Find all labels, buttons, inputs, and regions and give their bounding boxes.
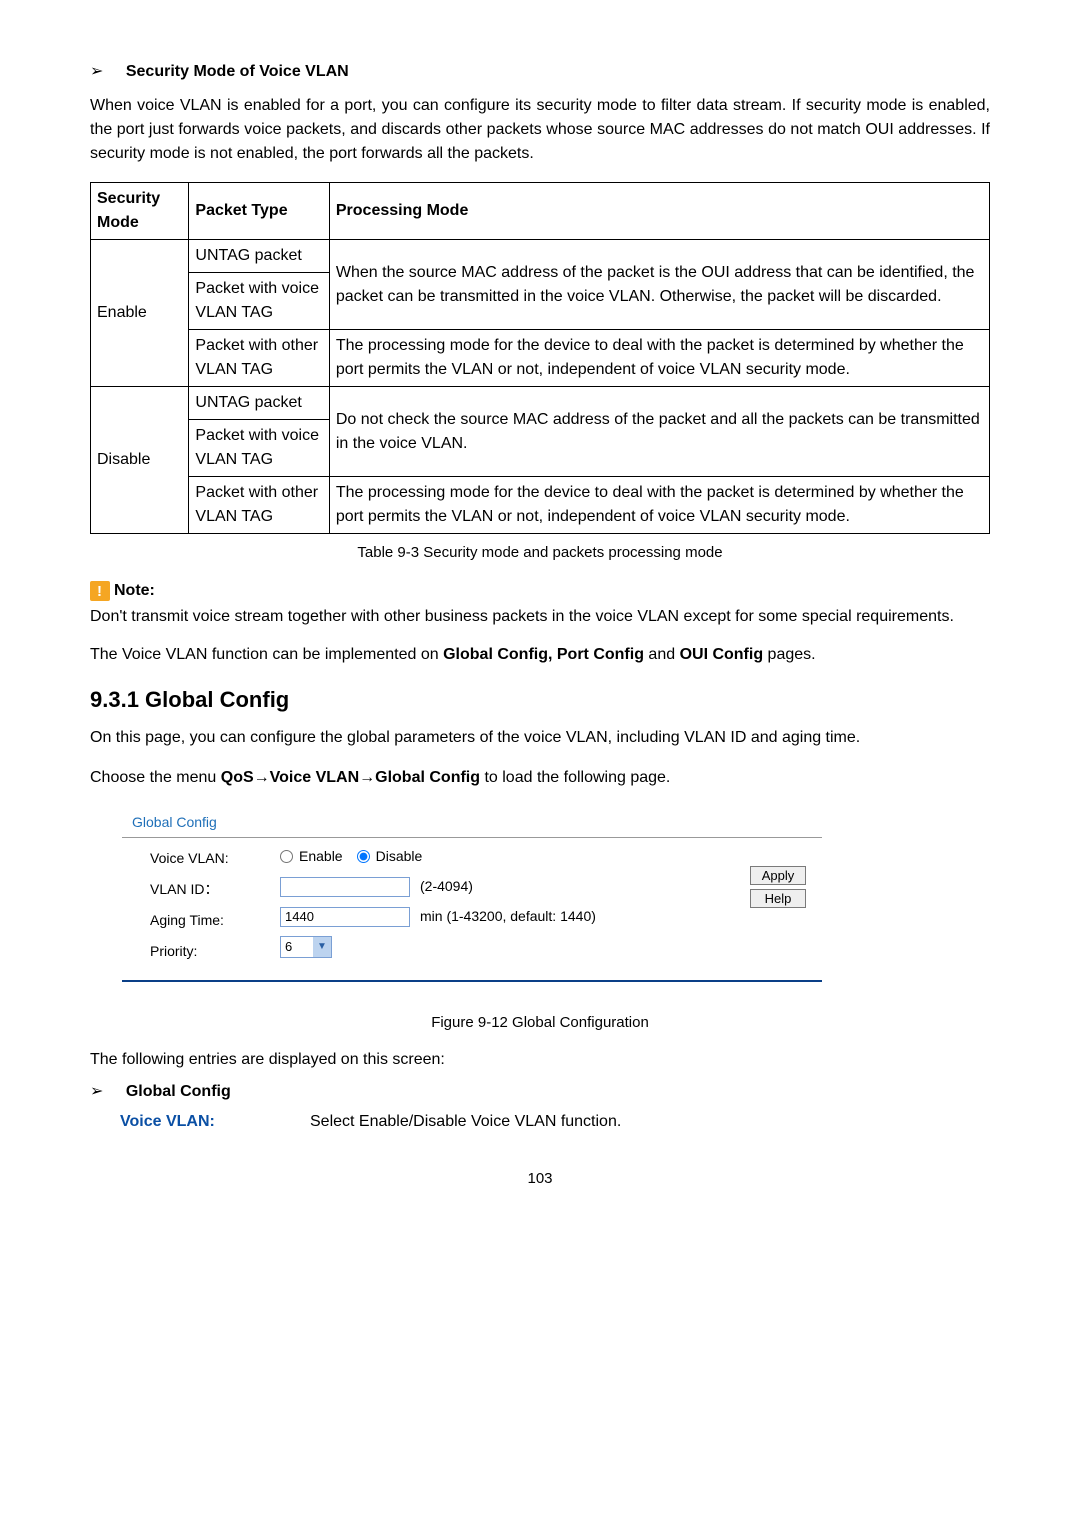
radio-enable-label: Enable — [299, 846, 343, 867]
aging-time-input[interactable] — [280, 907, 410, 927]
label-vlan-id: VLAN ID： — [150, 879, 280, 900]
cell-pm2: The processing mode for the device to de… — [329, 330, 989, 387]
note-label: Note: — [114, 579, 155, 603]
text: and — [644, 646, 680, 663]
priority-value: 6 — [285, 937, 292, 957]
cell-voice-tag2: Packet with voice VLAN TAG — [189, 420, 329, 477]
voice-vlan-radio-group: Enable Disable — [280, 846, 596, 868]
field-description-row: Voice VLAN: Select Enable/Disable Voice … — [120, 1110, 990, 1134]
cell-untag2: UNTAG packet — [189, 387, 329, 420]
cell-other-tag2: Packet with other VLAN TAG — [189, 477, 329, 534]
bold-text: Global Config, Port Config — [443, 646, 644, 663]
vlan-id-row: (2-4094) — [280, 876, 596, 898]
table-row: Packet with other VLAN TAG The processin… — [91, 330, 990, 387]
cell-pm3: Do not check the source MAC address of t… — [329, 387, 989, 477]
menu-path: Choose the menu QoS→Voice VLAN→Global Co… — [90, 766, 990, 790]
panel-title: Global Config — [122, 806, 822, 838]
th-packet-type: Packet Type — [189, 183, 329, 240]
aging-time-hint: min (1-43200, default: 1440) — [420, 906, 596, 927]
page-number: 103 — [90, 1168, 990, 1191]
table-row: Enable UNTAG packet When the source MAC … — [91, 240, 990, 273]
text: pages. — [763, 646, 815, 663]
pages-paragraph: The Voice VLAN function can be implement… — [90, 643, 990, 667]
note-header: Note: — [90, 579, 990, 603]
section-intro: On this page, you can configure the glob… — [90, 726, 990, 750]
figure-caption: Figure 9-12 Global Configuration — [90, 1012, 990, 1035]
cell-untag: UNTAG packet — [189, 240, 329, 273]
section-heading: 9.3.1 Global Config — [90, 683, 990, 716]
chevron-down-icon: ▼ — [313, 937, 331, 957]
cell-voice-tag: Packet with voice VLAN TAG — [189, 273, 329, 330]
intro-paragraph: When voice VLAN is enabled for a port, y… — [90, 94, 990, 166]
priority-select[interactable]: 6 ▼ — [280, 936, 332, 958]
text: The Voice VLAN function can be implement… — [90, 646, 443, 663]
table-row: Packet with other VLAN TAG The processin… — [91, 477, 990, 534]
cell-disable: Disable — [91, 387, 189, 534]
global-config-panel: Global Config Voice VLAN: VLAN ID： Aging… — [122, 806, 822, 982]
warning-icon — [90, 581, 110, 601]
th-security-mode: Security Mode — [91, 183, 189, 240]
priority-row: 6 ▼ — [280, 936, 596, 958]
cell-pm1: When the source MAC address of the packe… — [329, 240, 989, 330]
security-mode-table: Security Mode Packet Type Processing Mod… — [90, 182, 990, 534]
cell-pm4: The processing mode for the device to de… — [329, 477, 989, 534]
label-voice-vlan: Voice VLAN: — [150, 848, 280, 869]
cell-other-tag: Packet with other VLAN TAG — [189, 330, 329, 387]
labels-column: Voice VLAN: VLAN ID： Aging Time: Priorit… — [150, 846, 280, 962]
controls-column: Enable Disable (2-4094) min (1-43200, de… — [280, 846, 596, 958]
lead-text: Security Mode of Voice VLAN — [126, 63, 349, 80]
radio-enable[interactable] — [280, 850, 293, 863]
table-header-row: Security Mode Packet Type Processing Mod… — [91, 183, 990, 240]
lead-text: Global Config — [126, 1083, 231, 1100]
radio-disable-label: Disable — [376, 846, 423, 867]
help-button[interactable]: Help — [750, 889, 806, 908]
buttons-column: Apply Help — [750, 846, 812, 908]
radio-disable[interactable] — [357, 850, 370, 863]
text: Choose the menu — [90, 769, 221, 786]
bullet-arrow-icon: ➢ — [90, 63, 103, 80]
note-body: Don't transmit voice stream together wit… — [90, 605, 990, 629]
apply-button[interactable]: Apply — [750, 866, 806, 885]
cell-enable: Enable — [91, 240, 189, 387]
aging-time-row: min (1-43200, default: 1440) — [280, 906, 596, 928]
th-processing-mode: Processing Mode — [329, 183, 989, 240]
bullet-arrow-icon: ➢ — [90, 1083, 103, 1100]
bold-text: QoS→Voice VLAN→Global Config — [221, 769, 480, 786]
table-caption: Table 9-3 Security mode and packets proc… — [90, 542, 990, 565]
bold-text: OUI Config — [680, 646, 764, 663]
field-desc-voice-vlan: Select Enable/Disable Voice VLAN functio… — [310, 1110, 621, 1134]
section-lead-global: ➢ Global Config — [90, 1080, 990, 1104]
text: to load the following page. — [480, 769, 670, 786]
field-name-voice-vlan: Voice VLAN: — [120, 1110, 310, 1134]
table-row: Disable UNTAG packet Do not check the so… — [91, 387, 990, 420]
section-lead-security: ➢ Security Mode of Voice VLAN — [90, 60, 990, 84]
label-aging-time: Aging Time: — [150, 910, 280, 931]
entries-intro: The following entries are displayed on t… — [90, 1048, 990, 1072]
vlan-id-hint: (2-4094) — [420, 876, 473, 897]
vlan-id-input[interactable] — [280, 877, 410, 897]
panel-body: Voice VLAN: VLAN ID： Aging Time: Priorit… — [122, 838, 822, 982]
label-priority: Priority: — [150, 941, 280, 962]
